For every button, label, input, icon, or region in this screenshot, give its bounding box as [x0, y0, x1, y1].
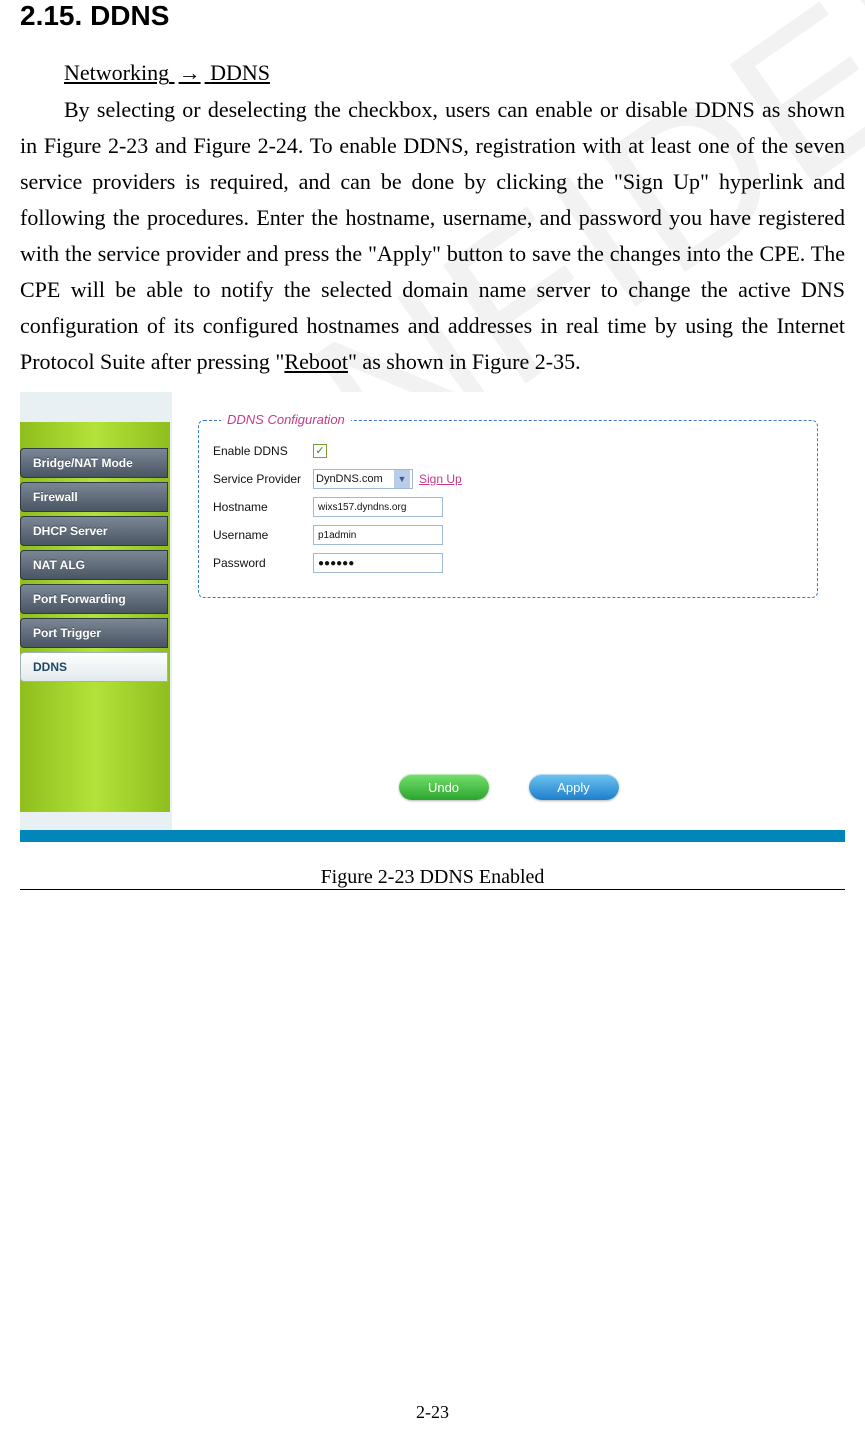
row-username: Username p1admin: [213, 523, 803, 547]
body-text-1: By selecting or deselecting the checkbox…: [20, 97, 845, 374]
page-number: 2-23: [0, 1402, 865, 1423]
sidebar-item-dhcp[interactable]: DHCP Server: [20, 516, 168, 546]
sidebar-item-firewall[interactable]: Firewall: [20, 482, 168, 512]
section-title-text: DDNS: [90, 0, 169, 31]
password-input[interactable]: ●●●●●●: [313, 553, 443, 573]
breadcrumb: Networking → DDNS: [64, 60, 845, 86]
sidebar-item-nat-alg[interactable]: NAT ALG: [20, 550, 168, 580]
arrow-right-icon: →: [179, 60, 201, 85]
panel-legend: DDNS Configuration: [221, 412, 351, 427]
content-area: DDNS Configuration Enable DDNS ✓ Service…: [172, 392, 845, 830]
row-hostname: Hostname wixs157.dyndns.org: [213, 495, 803, 519]
service-provider-select[interactable]: DynDNS.com ▼: [313, 469, 413, 489]
body-paragraph: By selecting or deselecting the checkbox…: [20, 92, 845, 380]
apply-button[interactable]: Apply: [529, 774, 619, 800]
row-password: Password ●●●●●●: [213, 551, 803, 575]
section-number: 2.15.: [20, 0, 82, 31]
hostname-input[interactable]: wixs157.dyndns.org: [313, 497, 443, 517]
sidebar-item-ddns[interactable]: DDNS: [20, 652, 168, 682]
enable-ddns-checkbox[interactable]: ✓: [313, 444, 327, 458]
figure-caption: Figure 2-23 DDNS Enabled: [20, 866, 845, 889]
service-provider-value: DynDNS.com: [316, 473, 383, 485]
password-label: Password: [213, 556, 313, 570]
footer-rule: [20, 889, 845, 890]
sign-up-link[interactable]: Sign Up: [419, 472, 462, 486]
sidebar-item-port-trigger[interactable]: Port Trigger: [20, 618, 168, 648]
username-label: Username: [213, 528, 313, 542]
chevron-down-icon: ▼: [394, 470, 410, 488]
breadcrumb-part1: Networking: [64, 60, 169, 85]
username-input[interactable]: p1admin: [313, 525, 443, 545]
enable-ddns-label: Enable DDNS: [213, 444, 313, 458]
row-service-provider: Service Provider DynDNS.com ▼ Sign Up: [213, 467, 803, 491]
row-enable-ddns: Enable DDNS ✓: [213, 439, 803, 463]
reboot-link: Reboot: [284, 349, 348, 374]
hostname-label: Hostname: [213, 500, 313, 514]
sidebar-item-port-forwarding[interactable]: Port Forwarding: [20, 584, 168, 614]
undo-button[interactable]: Undo: [399, 774, 489, 800]
ddns-config-panel: DDNS Configuration Enable DDNS ✓ Service…: [198, 420, 818, 598]
sidebar-nav: Bridge/NAT Mode Firewall DHCP Server NAT…: [20, 448, 168, 686]
ddns-screenshot: Bridge/NAT Mode Firewall DHCP Server NAT…: [20, 392, 845, 842]
service-provider-label: Service Provider: [213, 472, 313, 486]
breadcrumb-part2: DDNS: [210, 60, 270, 85]
body-text-2: " as shown in Figure 2-35.: [348, 349, 581, 374]
sidebar-item-bridge-nat[interactable]: Bridge/NAT Mode: [20, 448, 168, 478]
section-heading: 2.15. DDNS: [20, 0, 845, 32]
button-bar: Undo Apply: [172, 774, 845, 804]
